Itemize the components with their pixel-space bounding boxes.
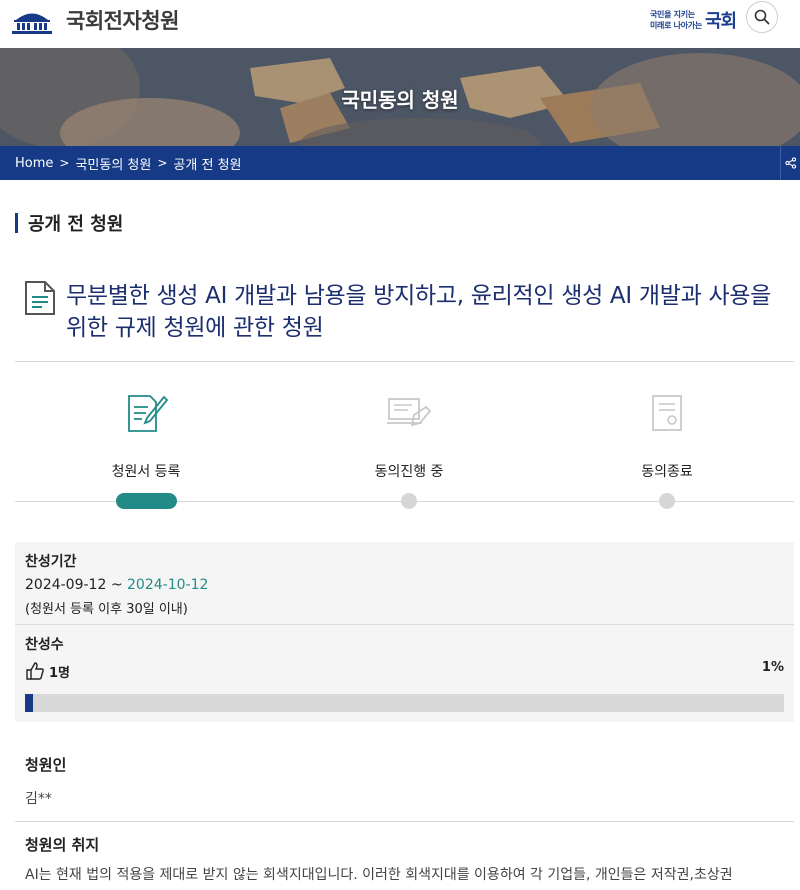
breadcrumb-petition[interactable]: 국민동의 청원	[75, 154, 151, 173]
step-indicator-active	[116, 493, 177, 509]
period-separator: ~	[110, 577, 123, 593]
site-header: 국회전자청원 국민을 지키는 미래로 나아가는 국회	[0, 0, 800, 48]
step-label-registration: 청원서 등록	[111, 464, 181, 480]
search-icon	[754, 9, 770, 25]
period-end: 2024-10-12	[127, 577, 209, 593]
breadcrumb-separator: >	[157, 156, 168, 170]
step-indicator	[401, 493, 417, 509]
assembly-slogan-logo[interactable]: 국민을 지키는 미래로 나아가는 국회	[648, 5, 742, 35]
purpose-heading: 청원의 취지	[25, 836, 100, 854]
step-label-in-progress: 동의진행 중	[374, 464, 444, 480]
signing-icon	[386, 393, 432, 437]
period-range: 2024-09-12 ~ 2024-10-12	[25, 577, 208, 593]
breadcrumb-current[interactable]: 공개 전 청원	[173, 154, 241, 173]
agree-progress-fill	[25, 694, 33, 712]
section-heading: 공개 전 청원	[15, 210, 123, 236]
thumbs-up-icon	[26, 662, 44, 680]
search-button[interactable]	[746, 1, 778, 33]
certificate-icon	[650, 393, 684, 437]
section-heading-text: 공개 전 청원	[28, 214, 124, 235]
section-heading-bar	[15, 213, 18, 233]
slogan-line-1: 국민을 지키는	[650, 10, 695, 19]
purpose-text: AI는 현재 법의 적용을 제대로 받지 않는 회색지대입니다. 이러한 회색지…	[25, 867, 733, 883]
divider	[15, 361, 794, 362]
period-heading: 찬성기간	[25, 554, 77, 570]
agree-count-value: 1명	[49, 665, 71, 681]
agree-percent: 1%	[761, 660, 784, 675]
divider	[15, 624, 794, 625]
assembly-building-icon	[12, 13, 52, 34]
site-logo[interactable]: 국회전자청원	[10, 5, 179, 35]
divider	[15, 821, 794, 822]
breadcrumb-home[interactable]: Home	[15, 156, 53, 171]
count-heading: 찬성수	[25, 637, 64, 653]
step-label-closed: 동의종료	[641, 464, 693, 480]
page-banner: 국민동의 청원	[0, 48, 800, 146]
share-button[interactable]	[780, 146, 800, 180]
breadcrumb: Home > 국민동의 청원 > 공개 전 청원	[0, 146, 800, 180]
slogan-line-2: 미래로 나아가는	[650, 21, 702, 30]
share-icon	[784, 157, 796, 169]
agree-progress-bar	[25, 694, 784, 712]
banner-title: 국민동의 청원	[341, 88, 459, 112]
site-title: 국회전자청원	[66, 9, 179, 33]
agreement-info-box: 찬성기간 2024-09-12 ~ 2024-10-12 (청원서 등록 이후 …	[15, 542, 794, 722]
step-indicator	[659, 493, 675, 509]
period-note: (청원서 등록 이후 30일 이내)	[25, 602, 188, 617]
petition-title: 무분별한 생성 AI 개발과 남용을 방지하고, 윤리적인 생성 AI 개발과 …	[66, 283, 772, 341]
period-start: 2024-09-12	[25, 577, 107, 593]
breadcrumb-separator: >	[59, 156, 70, 170]
document-pen-icon	[126, 393, 169, 437]
agree-count: 1명	[25, 661, 70, 681]
petitioner-heading: 청원인	[25, 756, 67, 774]
document-icon	[24, 280, 56, 320]
slogan-big: 국회	[705, 11, 737, 32]
petitioner-name: 김**	[25, 791, 52, 807]
